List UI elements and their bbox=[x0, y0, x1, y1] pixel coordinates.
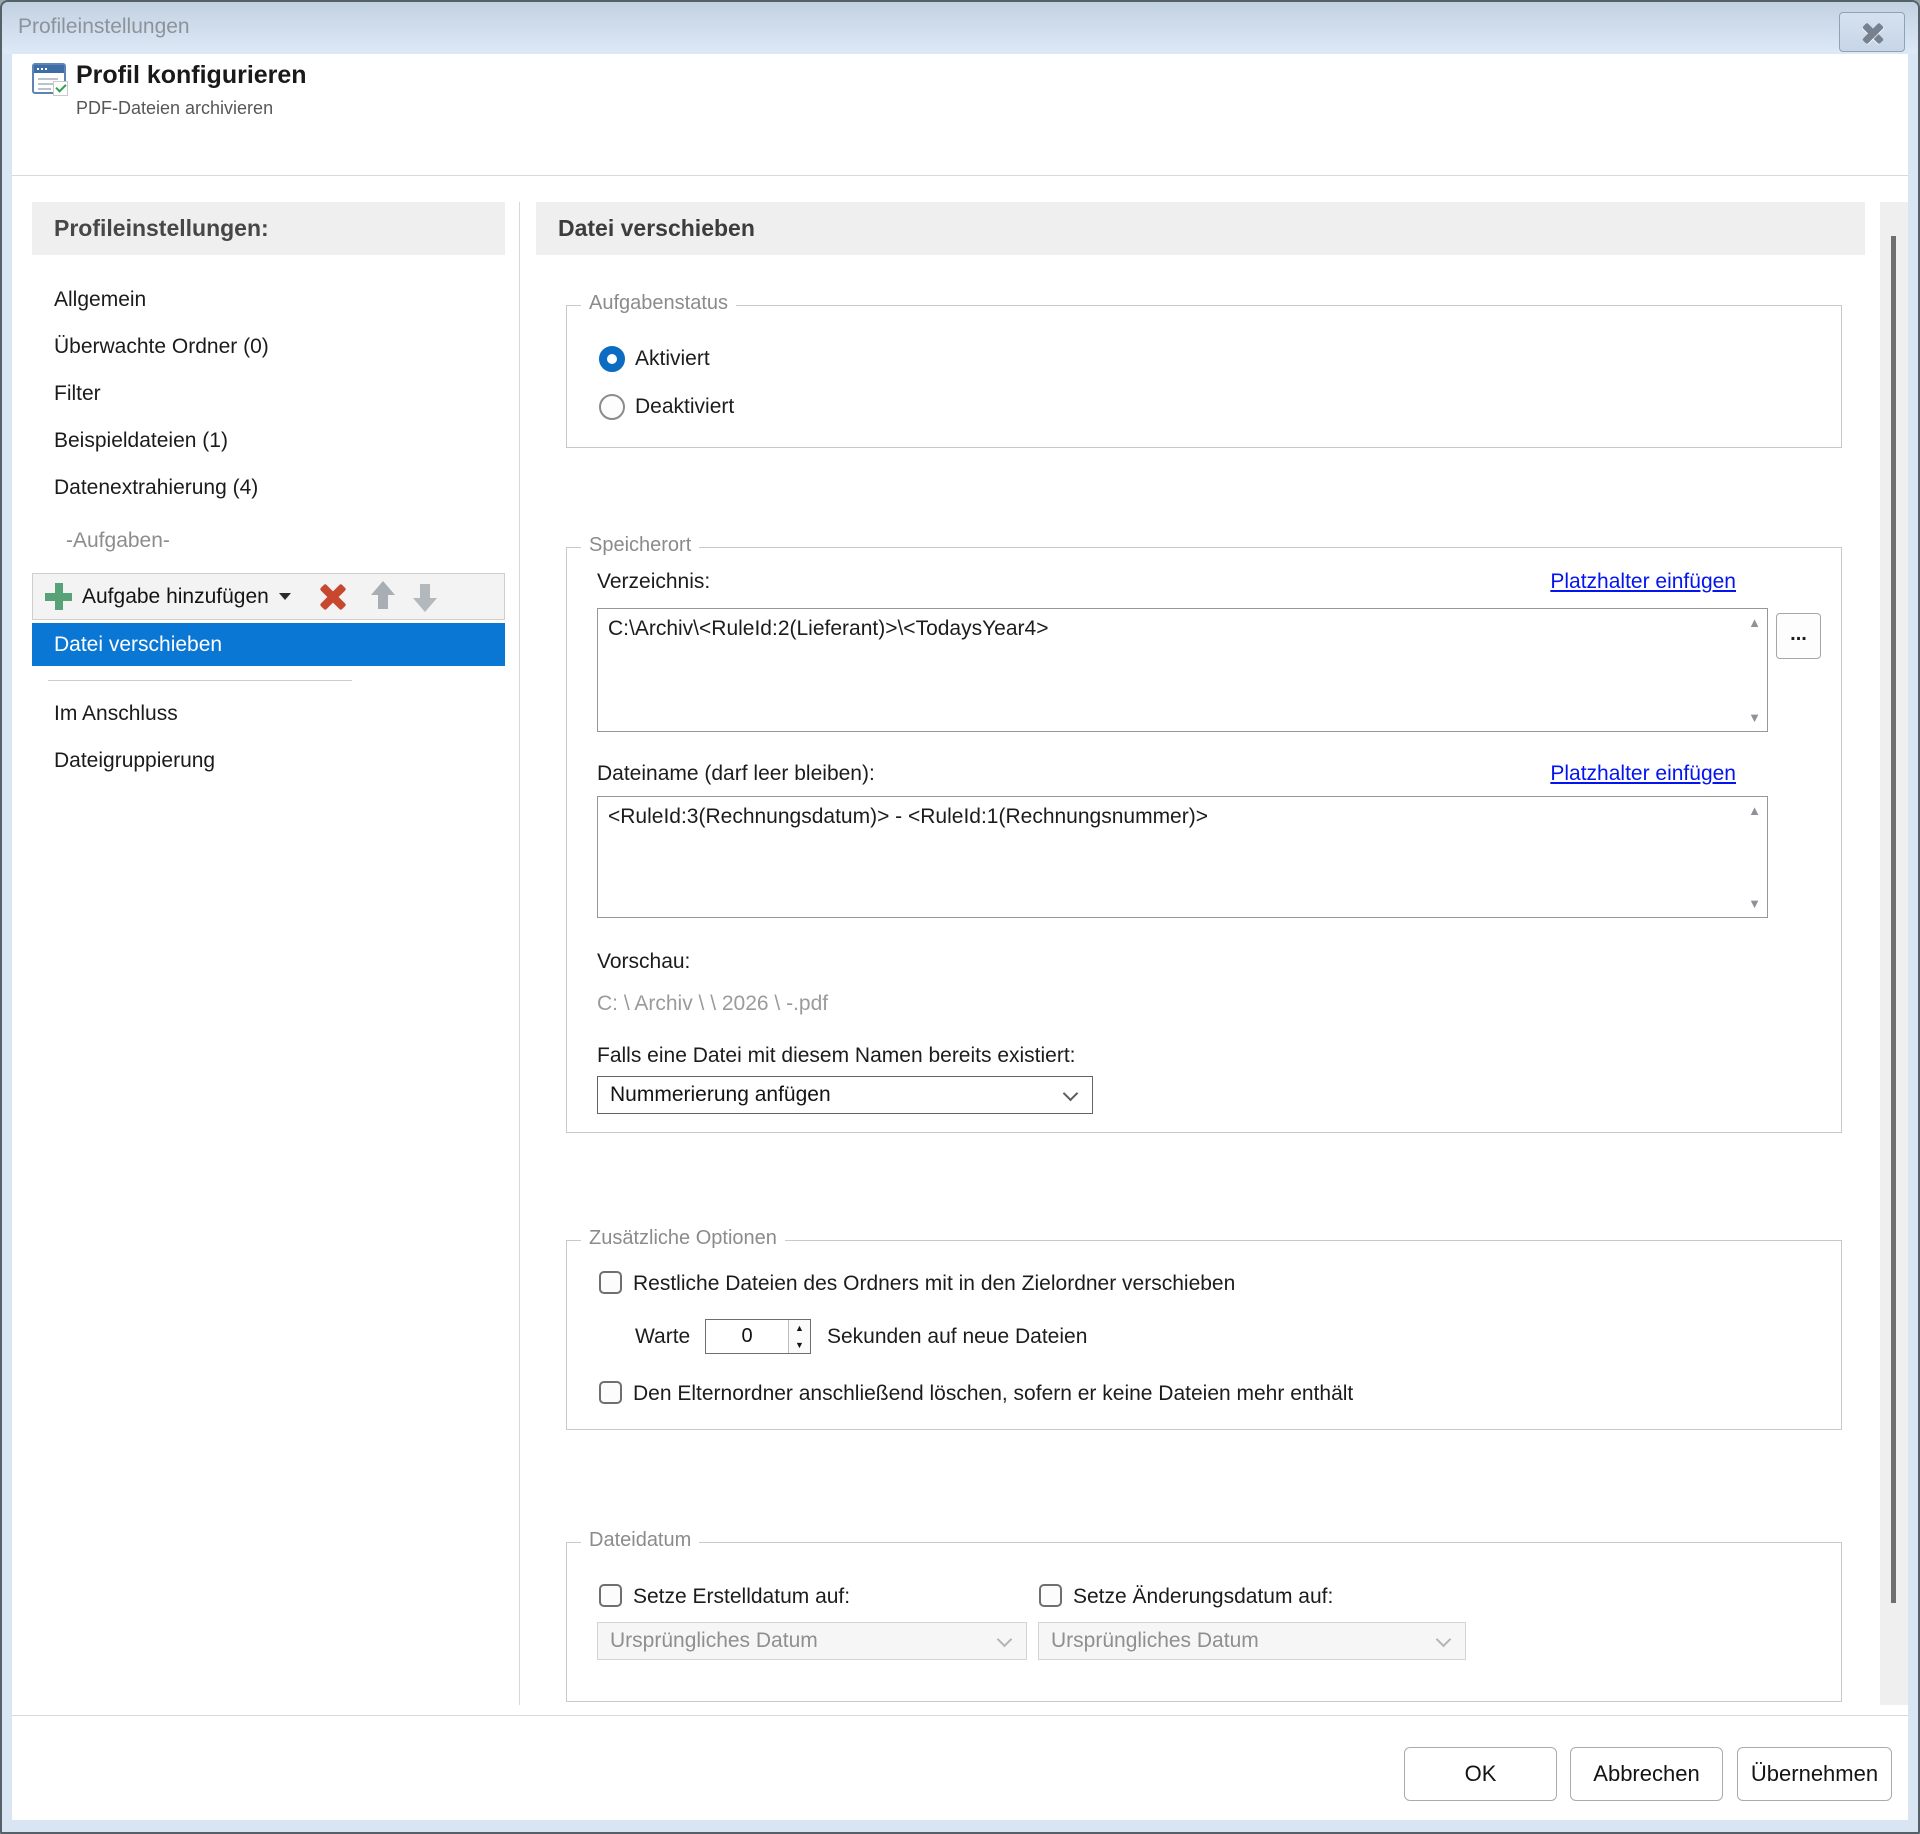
move-remaining-checkbox[interactable] bbox=[599, 1271, 622, 1294]
modified-date-select[interactable]: Ursprüngliches Datum bbox=[1038, 1622, 1466, 1660]
sidebar-item-ueberwachte-ordner[interactable]: Überwachte Ordner (0) bbox=[32, 323, 505, 370]
directory-placeholder-link[interactable]: Platzhalter einfügen bbox=[1550, 570, 1736, 594]
spinner-down-icon[interactable]: ▼ bbox=[789, 1337, 810, 1354]
conflict-select[interactable]: Nummerierung anfügen bbox=[597, 1076, 1093, 1114]
scroll-up-icon[interactable]: ▲ bbox=[1748, 803, 1761, 818]
task-status-group: Aufgabenstatus Aktiviert Deaktiviert bbox=[566, 292, 1842, 448]
delete-parent-checkbox[interactable] bbox=[599, 1381, 622, 1404]
file-date-legend: Dateidatum bbox=[581, 1529, 700, 1552]
main-scrollbar[interactable] bbox=[1880, 202, 1908, 1705]
dialog-body: Profil konfigurieren PDF-Dateien archivi… bbox=[12, 54, 1908, 1820]
page-title: Profil konfigurieren bbox=[76, 61, 307, 89]
scroll-down-icon[interactable]: ▼ bbox=[1748, 896, 1761, 911]
move-down-icon[interactable] bbox=[412, 581, 437, 612]
add-task-dropdown-caret-icon[interactable] bbox=[278, 593, 291, 600]
page-subtitle: PDF-Dateien archivieren bbox=[76, 98, 274, 118]
profile-config-icon bbox=[32, 63, 68, 96]
filename-label: Dateiname (darf leer bleiben): bbox=[597, 762, 875, 785]
main-heading: Datei verschieben bbox=[536, 202, 1865, 255]
task-list-divider bbox=[48, 680, 352, 681]
chevron-down-icon bbox=[1062, 1085, 1079, 1102]
file-date-group: Dateidatum Setze Erstelldatum auf: Urspr… bbox=[566, 1529, 1842, 1702]
task-item-dateigruppierung[interactable]: Dateigruppierung bbox=[32, 737, 505, 784]
scrollbar-thumb[interactable] bbox=[1891, 236, 1896, 1603]
created-date-select[interactable]: Ursprüngliches Datum bbox=[597, 1622, 1027, 1660]
filename-placeholder-link[interactable]: Platzhalter einfügen bbox=[1550, 762, 1736, 786]
sidebar-item-filter[interactable]: Filter bbox=[32, 370, 505, 417]
filename-input[interactable]: <RuleId:3(Rechnungsdatum)> - <RuleId:1(R… bbox=[597, 796, 1768, 918]
scroll-down-icon[interactable]: ▼ bbox=[1748, 710, 1761, 725]
task-status-legend: Aufgabenstatus bbox=[581, 292, 736, 315]
add-task-button[interactable]: Aufgabe hinzufügen bbox=[82, 585, 269, 609]
conflict-label: Falls eine Datei mit diesem Namen bereit… bbox=[597, 1044, 1076, 1067]
sidebar: Profileinstellungen: Allgemein Überwacht… bbox=[32, 202, 505, 1715]
set-modified-date-checkbox[interactable] bbox=[1039, 1584, 1062, 1607]
wait-seconds-stepper[interactable]: 0 ▲ ▼ bbox=[705, 1319, 811, 1354]
scroll-up-icon[interactable]: ▲ bbox=[1748, 615, 1761, 630]
sidebar-item-beispieldateien[interactable]: Beispieldateien (1) bbox=[32, 417, 505, 464]
extra-options-group: Zusätzliche Optionen Restliche Dateien d… bbox=[566, 1227, 1842, 1430]
chevron-down-icon bbox=[1435, 1631, 1452, 1648]
tasks-separator: -Aufgaben- bbox=[66, 529, 170, 552]
spinner-up-icon[interactable]: ▲ bbox=[789, 1320, 810, 1337]
sidebar-heading: Profileinstellungen: bbox=[32, 202, 505, 255]
delete-parent-label: Den Elternordner anschließend löschen, s… bbox=[633, 1382, 1354, 1405]
sidebar-item-datenextrahierung[interactable]: Datenextrahierung (4) bbox=[32, 464, 505, 511]
extra-options-legend: Zusätzliche Optionen bbox=[581, 1227, 785, 1250]
close-icon bbox=[1861, 22, 1885, 44]
radio-aktiviert[interactable] bbox=[599, 346, 625, 372]
wait-seconds-value: 0 bbox=[741, 1325, 753, 1347]
delete-task-icon[interactable] bbox=[319, 583, 347, 611]
radio-deaktiviert[interactable] bbox=[599, 394, 625, 420]
close-button[interactable] bbox=[1839, 12, 1905, 52]
footer: OK Abbrechen Übernehmen bbox=[12, 1715, 1908, 1820]
main-panel: Datei verschieben Aufgabenstatus Aktivie… bbox=[536, 202, 1880, 1715]
sidebar-divider bbox=[519, 202, 520, 1705]
cancel-button[interactable]: Abbrechen bbox=[1570, 1747, 1723, 1801]
filename-value: <RuleId:3(Rechnungsdatum)> - <RuleId:1(R… bbox=[608, 805, 1208, 828]
apply-button[interactable]: Übernehmen bbox=[1737, 1747, 1892, 1801]
profile-settings-dialog: Profileinstellungen Profil konfigurieren… bbox=[0, 0, 1920, 1834]
preview-value: C: \ Archiv \ \ 2026 \ -.pdf bbox=[597, 992, 829, 1015]
storage-legend: Speicherort bbox=[581, 534, 700, 557]
preview-label: Vorschau: bbox=[597, 950, 691, 973]
titlebar[interactable]: Profileinstellungen bbox=[2, 2, 1918, 54]
created-date-value: Ursprüngliches Datum bbox=[610, 1629, 818, 1652]
conflict-selected-value: Nummerierung anfügen bbox=[610, 1083, 831, 1106]
sidebar-item-allgemein[interactable]: Allgemein bbox=[32, 276, 505, 323]
set-created-date-checkbox[interactable] bbox=[599, 1584, 622, 1607]
task-toolbar: Aufgabe hinzufügen bbox=[32, 573, 505, 620]
directory-label: Verzeichnis: bbox=[597, 570, 711, 593]
set-modified-date-label: Setze Änderungsdatum auf: bbox=[1073, 1585, 1334, 1608]
move-up-icon[interactable] bbox=[370, 581, 395, 612]
task-item-im-anschluss[interactable]: Im Anschluss bbox=[32, 690, 505, 737]
chevron-down-icon bbox=[996, 1631, 1013, 1648]
move-remaining-label: Restliche Dateien des Ordners mit in den… bbox=[633, 1272, 1236, 1295]
directory-value: C:\Archiv\<RuleId:2(Lieferant)>\<TodaysY… bbox=[608, 617, 1049, 640]
dialog-header: Profil konfigurieren PDF-Dateien archivi… bbox=[12, 54, 1908, 176]
set-created-date-label: Setze Erstelldatum auf: bbox=[633, 1585, 851, 1608]
browse-button[interactable]: ... bbox=[1776, 613, 1821, 659]
window-title: Profileinstellungen bbox=[18, 15, 190, 38]
ok-button[interactable]: OK bbox=[1404, 1747, 1557, 1801]
wait-prefix-label: Warte bbox=[635, 1325, 691, 1348]
modified-date-value: Ursprüngliches Datum bbox=[1051, 1629, 1259, 1652]
storage-group: Speicherort Verzeichnis: Platzhalter ein… bbox=[566, 534, 1842, 1133]
radio-deaktiviert-label: Deaktiviert bbox=[635, 395, 735, 418]
plus-icon bbox=[45, 583, 72, 610]
radio-aktiviert-label: Aktiviert bbox=[635, 347, 710, 370]
wait-suffix-label: Sekunden auf neue Dateien bbox=[827, 1325, 1088, 1348]
directory-input[interactable]: C:\Archiv\<RuleId:2(Lieferant)>\<TodaysY… bbox=[597, 608, 1768, 732]
task-item-datei-verschieben-selected[interactable]: Datei verschieben bbox=[32, 623, 505, 666]
